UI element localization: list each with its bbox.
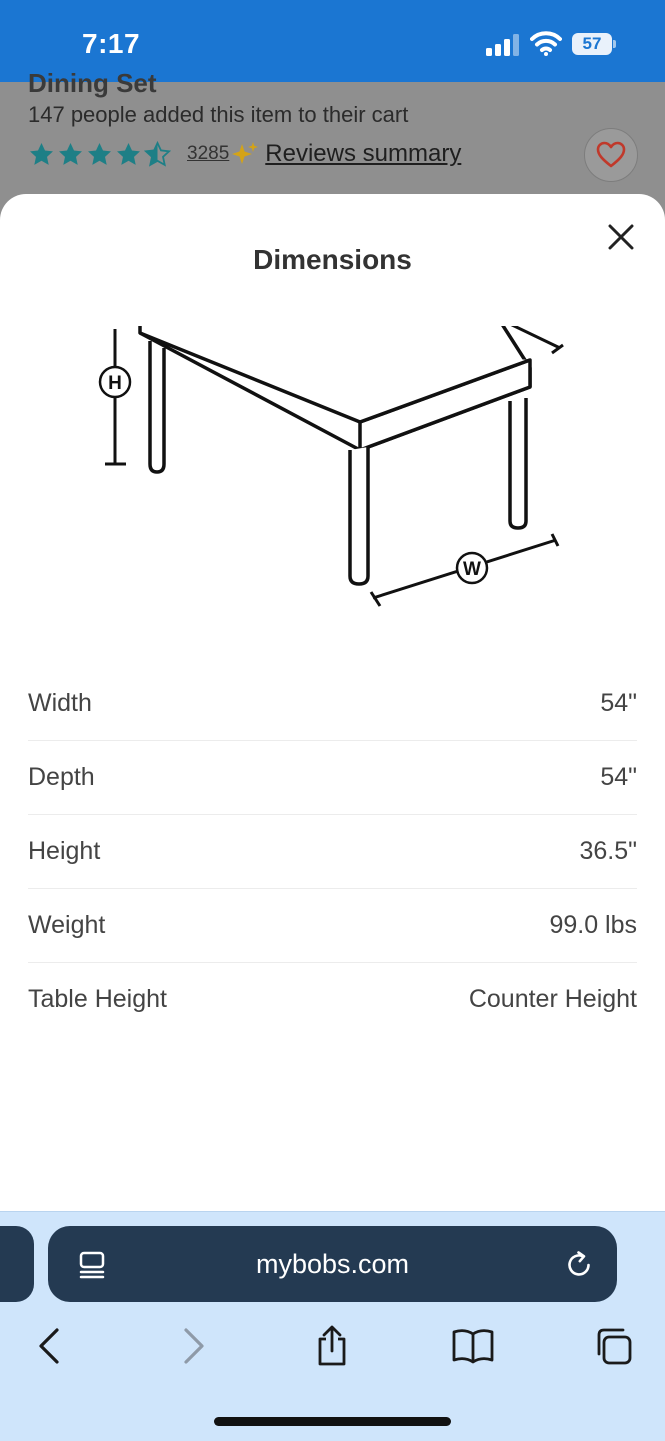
share-button[interactable]: [310, 1324, 354, 1368]
heart-icon: [596, 141, 626, 168]
sparkle-icon: [232, 142, 259, 164]
dimension-value: 99.0 lbs: [549, 911, 637, 939]
url-text[interactable]: mybobs.com: [48, 1226, 617, 1302]
star-icon: [88, 142, 111, 165]
dimension-value: 36.5": [579, 837, 637, 865]
chevron-left-icon: [39, 1328, 59, 1364]
rating-row: 3285 Reviews summary: [28, 138, 461, 170]
dimension-label: Depth: [28, 763, 95, 791]
dimension-row-table-height: Table Height Counter Height: [28, 963, 637, 1036]
table-dimension-diagram: H W: [98, 326, 564, 607]
dimension-row-weight: Weight 99.0 lbs: [28, 889, 637, 963]
height-marker-label: H: [108, 373, 122, 394]
width-marker-label: W: [463, 559, 481, 580]
previous-tab-peek[interactable]: [0, 1226, 34, 1302]
dimension-value: 54": [600, 763, 637, 791]
cellular-signal-icon: [486, 34, 519, 56]
dimensions-sheet: Dimensions H W Width 54" Depth 54" Heigh…: [0, 194, 665, 1224]
dimension-row-height: Height 36.5": [28, 815, 637, 889]
product-page-background: Dining Set 147 people added this item to…: [0, 68, 665, 212]
dimensions-list: Width 54" Depth 54" Height 36.5" Weight …: [28, 667, 637, 1036]
dimension-value: Counter Height: [468, 985, 637, 1013]
wishlist-button[interactable]: [584, 128, 638, 182]
star-rating: [28, 140, 171, 168]
battery-icon: 57: [572, 33, 618, 57]
star-icon: [117, 142, 140, 165]
address-bar[interactable]: mybobs.com: [48, 1226, 617, 1302]
review-count-link[interactable]: 3285: [187, 143, 229, 165]
dimension-label: Weight: [28, 911, 106, 939]
reviews-summary-link[interactable]: Reviews summary: [265, 140, 461, 168]
battery-level: 57: [572, 33, 612, 55]
product-title: Dining Set: [28, 68, 157, 98]
star-icon: [30, 142, 53, 165]
star-icon: [59, 142, 82, 165]
cart-count-text: 147 people added this item to their cart: [28, 102, 409, 127]
back-button[interactable]: [27, 1324, 71, 1368]
browser-toolbar: [0, 1324, 665, 1368]
book-icon: [452, 1329, 494, 1364]
dimension-label: Table Height: [28, 985, 167, 1013]
dimension-row-depth: Depth 54": [28, 741, 637, 815]
tabs-button[interactable]: [591, 1324, 635, 1368]
browser-chrome: mybobs.com: [0, 1211, 665, 1441]
share-icon: [318, 1325, 346, 1366]
wifi-icon: [530, 31, 562, 56]
half-star-icon: [144, 140, 171, 167]
dimension-label: Width: [28, 689, 92, 717]
home-indicator: [214, 1417, 451, 1426]
sheet-title: Dimensions: [253, 244, 412, 275]
chevron-right-icon: [184, 1328, 204, 1364]
forward-button[interactable]: [172, 1324, 216, 1368]
dimension-label: Height: [28, 837, 101, 865]
bookmarks-button[interactable]: [451, 1324, 495, 1368]
dimension-row-width: Width 54": [28, 667, 637, 741]
tabs-icon: [597, 1328, 632, 1365]
status-time: 7:17: [82, 28, 141, 59]
reload-icon[interactable]: [564, 1250, 594, 1280]
dimension-value: 54": [600, 689, 637, 717]
